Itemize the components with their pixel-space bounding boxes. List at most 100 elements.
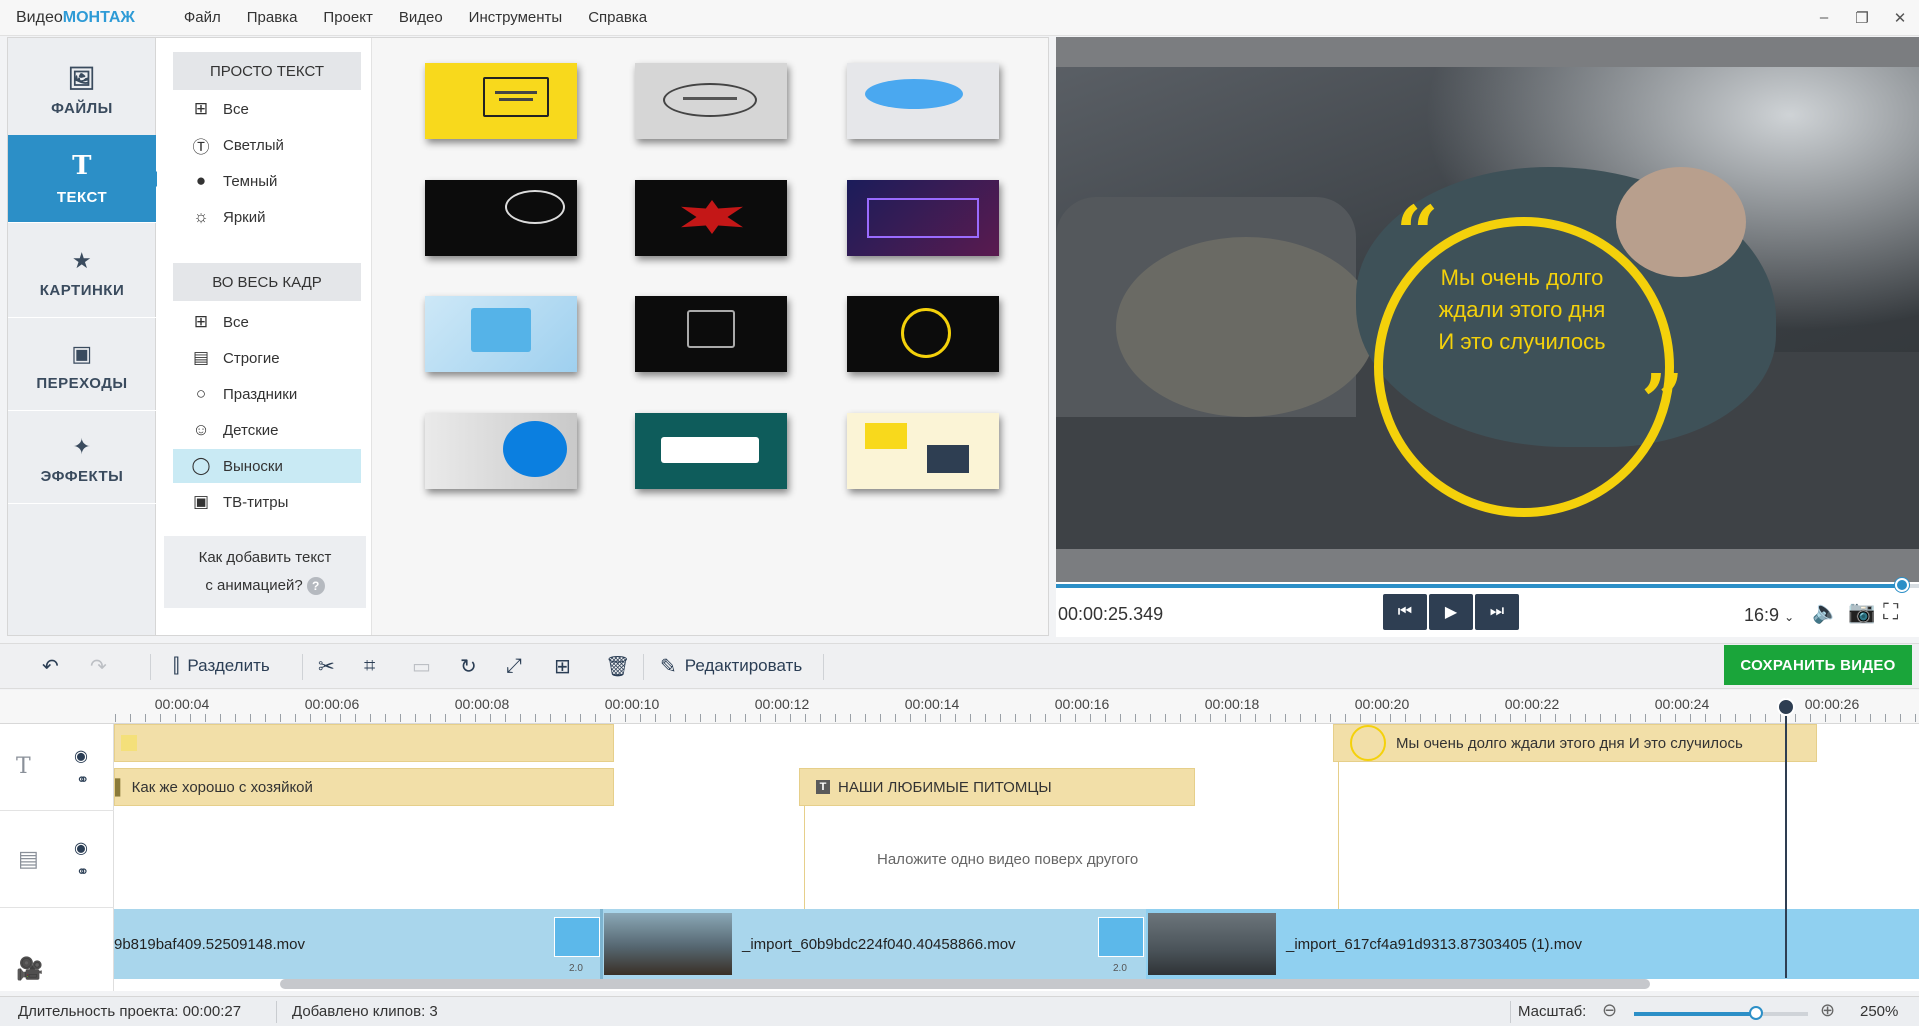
video-clip-thumbnail [1148,913,1276,975]
play-button[interactable]: ▶ [1429,594,1473,630]
template-thumbnail[interactable] [425,413,577,489]
redo-button[interactable]: ↷ [90,644,107,688]
trash-icon: 🗑 [605,655,631,678]
category-effects[interactable]: ✦ ЭФФЕКТЫ [8,416,156,504]
sub-item-strict[interactable]: ▤ Строгие [173,341,361,375]
timeline-tracks: T ◉ ⚭ ▤ ◉ ⚭ 🎥 Мы очень долго ждали этого… [0,724,1919,991]
template-thumbnail[interactable] [425,296,577,372]
edit-button[interactable]: ✎ Редактировать [660,644,802,688]
animation-help-link[interactable]: Как добавить текст с анимацией?? [164,536,366,608]
sub-item-holidays[interactable]: ○ Праздники [173,377,361,411]
library-panel: 🖼 ФАЙЛЫ T ТЕКСТ ★ КАРТИНКИ ▣ ПЕРЕХОДЫ ✦ … [7,37,1049,636]
menu-edit[interactable]: Правка [234,9,311,26]
aspect-ratio-select[interactable]: 16:9 ⌄ [1744,605,1794,626]
sub-item-kids[interactable]: ☺ Детские [173,413,361,447]
eye-icon[interactable]: ◉ [74,838,88,858]
toolbar-divider [302,654,303,680]
camera-icon[interactable]: 📷 [1848,599,1875,625]
cut-button[interactable]: ✂ [318,644,335,688]
menu-bar: Файл Правка Проект Видео Инструменты Спр… [171,9,660,26]
ruler-ticks [115,714,1919,722]
category-label: КАРТИНКИ [39,282,125,299]
eye-icon[interactable]: ◉ [74,746,88,766]
ruler-tick-label: 00:00:20 [1354,696,1410,712]
menu-tools[interactable]: Инструменты [456,9,576,26]
undo-button[interactable]: ↶ [42,644,59,688]
menu-help[interactable]: Справка [575,9,660,26]
timeline-ruler[interactable]: 00:00:04 00:00:06 00:00:08 00:00:10 00:00:12… [0,690,1919,724]
video-clip[interactable]: _import_60b9bdc224f040.40458866.mov [604,909,1104,979]
category-transitions[interactable]: ▣ ПЕРЕХОДЫ [8,323,156,411]
menu-file[interactable]: Файл [171,9,234,26]
close-button[interactable]: ✕ [1881,0,1919,36]
sub-item-tv-titles[interactable]: ▣ ТВ-титры [173,485,361,519]
crop-button[interactable]: ⌗ [364,644,375,688]
crop-icon: ⌗ [364,654,376,677]
sub-item-bright[interactable]: ☼ Яркий [173,200,361,234]
text-clip[interactable]: ▌ Как же хорошо с хозяйкой [114,768,614,806]
text-clip-sticker[interactable] [114,724,614,762]
previous-frame-button[interactable]: ⏮ [1383,594,1427,630]
category-text[interactable]: T ТЕКСТ [8,135,164,223]
split-button[interactable]: ⫿ Разделить [173,644,270,688]
zoom-slider-handle[interactable] [1749,1006,1763,1020]
text-circle-outline-icon: Ⓣ [192,137,210,157]
template-thumbnail[interactable] [425,180,577,256]
template-thumbnail[interactable] [635,413,787,489]
sub-item-fullframe-all[interactable]: ⊞ Все [173,305,361,339]
image-icon: 🖼 [67,66,97,91]
minimize-button[interactable]: – [1805,0,1843,36]
video-clip-selected[interactable]: _import_617cf4a91d9313.87303405 (1).mov [1146,909,1919,979]
template-thumbnail-grid [372,38,1048,635]
transition-thumbnail[interactable] [1098,917,1144,957]
playhead-handle[interactable] [1777,698,1795,716]
timeline-horizontal-scrollbar[interactable] [280,979,1650,989]
delete-button[interactable]: 🗑 [605,644,630,688]
fullscreen-icon[interactable]: ⛶ [1883,599,1898,625]
template-thumbnail[interactable] [847,63,999,139]
rotate-button[interactable]: ↻ [460,644,477,688]
zoom-label: Масштаб: [1518,1003,1587,1020]
sub-item-dark[interactable]: ● Темный [173,164,361,198]
link-icon[interactable]: ⚭ [76,770,89,790]
sub-item-simple-all[interactable]: ⊞ Все [173,92,361,126]
split-icon: ⫿ [173,654,180,677]
template-thumbnail[interactable] [847,413,999,489]
category-images[interactable]: ★ КАРТИНКИ [8,230,156,318]
undo-icon: ↶ [42,655,59,678]
menu-video[interactable]: Видео [386,9,456,26]
next-frame-button[interactable]: ⏭ [1475,594,1519,630]
transition-thumbnail[interactable] [554,917,600,957]
template-thumbnail[interactable] [847,180,999,256]
save-video-button[interactable]: СОХРАНИТЬ ВИДЕО [1724,645,1912,685]
template-thumbnail[interactable] [635,180,787,256]
template-thumbnail[interactable] [635,296,787,372]
template-thumbnail[interactable] [847,296,999,372]
zoom-in-icon[interactable]: ⊕ [1820,1000,1835,1021]
project-duration: Длительность проекта: 00:00:27 [18,1003,242,1020]
sub-item-light[interactable]: Ⓣ Светлый [173,128,361,162]
text-clip[interactable]: Мы очень долго ждали этого дня И это слу… [1333,724,1817,762]
category-files[interactable]: 🖼 ФАЙЛЫ [8,48,156,136]
clapperboard-icon: ▤ [192,348,210,367]
sub-item-callouts[interactable]: ◯ Выноски [173,449,361,483]
tv-icon: ▣ [192,492,210,511]
playback-progress-handle[interactable] [1895,578,1909,592]
ruler-tick-label: 00:00:12 [754,696,810,712]
zoom-out-icon[interactable]: ⊖ [1602,1000,1617,1021]
star-icon: ★ [71,248,93,273]
link-icon[interactable]: ⚭ [76,862,89,882]
template-thumbnail[interactable] [425,63,577,139]
ruler-tick-label: 00:00:04 [154,696,210,712]
restore-button[interactable]: ❐ [1843,0,1881,36]
menu-project[interactable]: Проект [310,9,385,26]
frame-button[interactable]: ▭ [412,644,431,688]
volume-icon[interactable]: 🔈 [1812,599,1839,625]
resize-button[interactable]: ⤢ [506,644,522,688]
text-clip[interactable]: T НАШИ ЛЮБИМЫЕ ПИТОМЦЫ [799,768,1195,806]
section-heading-full-frame: ВО ВЕСЬ КАДР [173,263,361,301]
template-thumbnail[interactable] [635,63,787,139]
video-clip[interactable]: 9b819baf409.52509148.mov [114,909,554,979]
playhead-line[interactable] [1785,698,1787,978]
add-clip-button[interactable]: ⊞ [554,644,571,688]
